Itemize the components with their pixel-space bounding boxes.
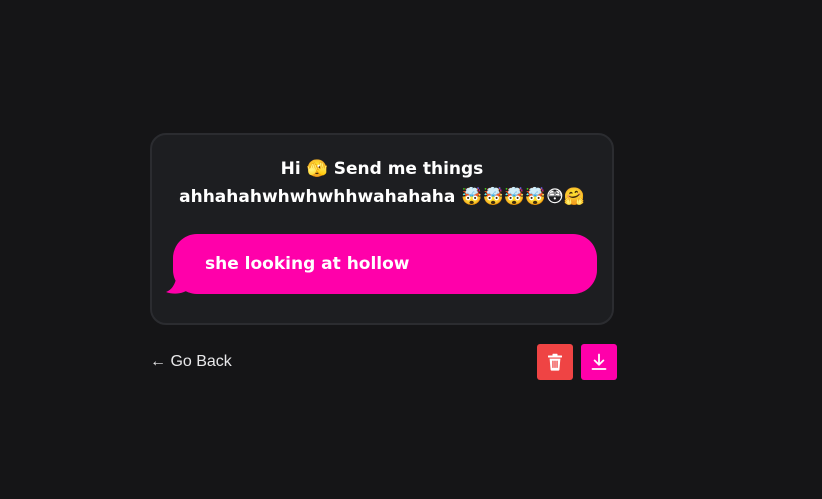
download-button[interactable] bbox=[581, 344, 617, 380]
delete-button[interactable] bbox=[537, 344, 573, 380]
message-bubble-container: she looking at hollow bbox=[166, 234, 598, 296]
message-card: Hi 🫣 Send me things ahhahahwhwhwhhwahaha… bbox=[150, 133, 614, 325]
message-bubble: she looking at hollow bbox=[173, 234, 597, 294]
message-text: she looking at hollow bbox=[205, 254, 410, 274]
trash-icon bbox=[548, 353, 562, 371]
go-back-link[interactable]: ← Go Back bbox=[150, 352, 232, 372]
prompt-title: Hi 🫣 Send me things ahhahahwhwhwhhwahaha… bbox=[179, 159, 585, 207]
download-icon bbox=[591, 353, 607, 370]
page: Hi 🫣 Send me things ahhahahwhwhwhhwahaha… bbox=[0, 0, 822, 499]
